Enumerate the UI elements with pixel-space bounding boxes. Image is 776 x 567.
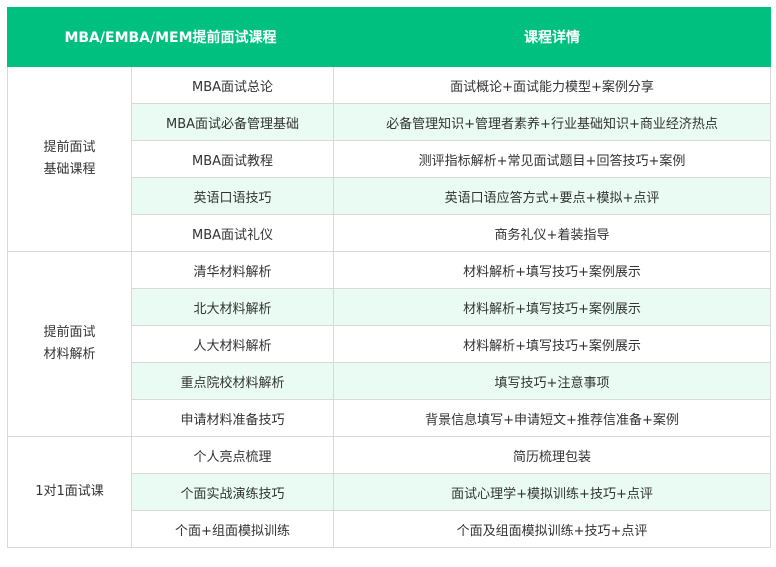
course-item: 清华材料解析: [131, 251, 334, 289]
course-item: MBA面试教程: [131, 140, 334, 178]
course-item: 重点院校材料解析: [131, 362, 334, 400]
course-item: 个面+组面模拟训练: [131, 510, 334, 548]
course-detail: 材料解析+填写技巧+案例展示: [333, 325, 771, 363]
header-course-title: MBA/EMBA/MEM提前面试课程: [7, 7, 334, 67]
course-detail: 面试心理学+模拟训练+技巧+点评: [333, 473, 771, 511]
course-item: 英语口语技巧: [131, 177, 334, 215]
course-item: MBA面试必备管理基础: [131, 103, 334, 141]
course-table: MBA/EMBA/MEM提前面试课程 课程详情 提前面试 基础课程 MBA面试总…: [7, 7, 771, 548]
course-item: 人大材料解析: [131, 325, 334, 363]
table-row: 提前面试 材料解析 清华材料解析 材料解析+填写技巧+案例展示: [7, 251, 771, 437]
course-detail: 背景信息填写+申请短文+推荐信准备+案例: [333, 399, 771, 437]
header-course-details: 课程详情: [333, 7, 771, 67]
group-label-line: 提前面试: [43, 325, 96, 340]
course-detail: 测评指标解析+常见面试题目+回答技巧+案例: [333, 140, 771, 178]
course-detail: 材料解析+填写技巧+案例展示: [333, 251, 771, 289]
group-cell: 提前面试 材料解析: [7, 251, 132, 437]
course-item: MBA面试礼仪: [131, 214, 334, 252]
course-detail: 填写技巧+注意事项: [333, 362, 771, 400]
group-label-line: 基础课程: [43, 162, 96, 177]
course-item: 北大材料解析: [131, 288, 334, 326]
course-detail: 英语口语应答方式+要点+模拟+点评: [333, 177, 771, 215]
course-item: MBA面试总论: [131, 66, 334, 104]
group-label-line: 提前面试: [43, 140, 96, 155]
course-detail: 材料解析+填写技巧+案例展示: [333, 288, 771, 326]
course-detail: 必备管理知识+管理者素养+行业基础知识+商业经济热点: [333, 103, 771, 141]
group-label-line: 材料解析: [43, 347, 96, 362]
course-item: 个人亮点梳理: [131, 436, 334, 474]
group-cell: 1对1面试课: [7, 436, 132, 548]
course-item: 个面实战演练技巧: [131, 473, 334, 511]
course-detail: 简历梳理包装: [333, 436, 771, 474]
course-detail: 商务礼仪+着装指导: [333, 214, 771, 252]
course-detail: 面试概论+面试能力模型+案例分享: [333, 66, 771, 104]
table-row: 1对1面试课 个人亮点梳理 简历梳理包装: [7, 436, 771, 548]
table-row: 提前面试 基础课程 MBA面试总论 面试概论+面试能力模型+案例分享: [7, 66, 771, 252]
course-item: 申请材料准备技巧: [131, 399, 334, 437]
table-header-row: MBA/EMBA/MEM提前面试课程 课程详情: [7, 7, 771, 67]
course-detail: 个面及组面模拟训练+技巧+点评: [333, 510, 771, 548]
group-cell: 提前面试 基础课程: [7, 66, 132, 252]
group-label-line: 1对1面试课: [35, 484, 104, 499]
